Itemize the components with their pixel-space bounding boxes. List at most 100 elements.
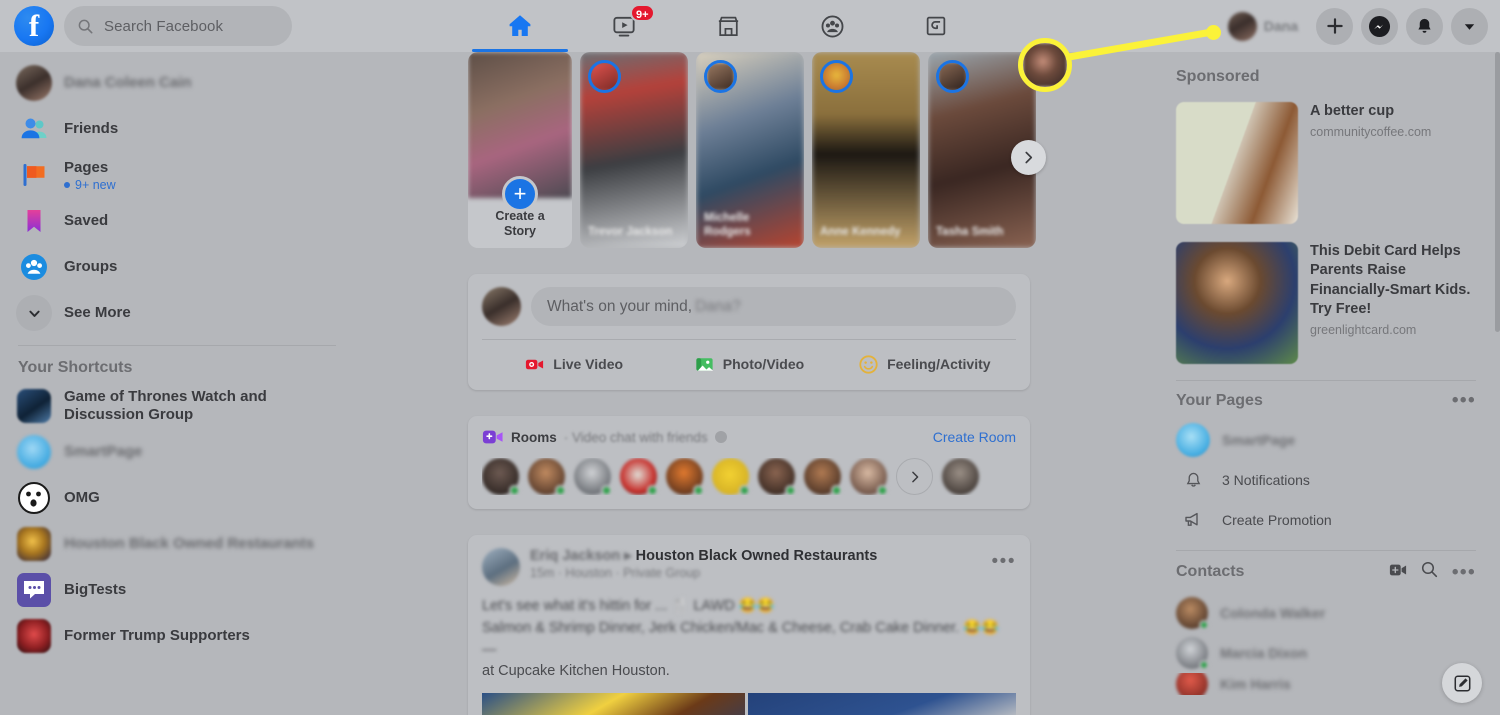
pages-flag-icon [16,157,52,193]
create-story-card[interactable]: + Create a Story [468,52,572,248]
rightbar-divider [1176,380,1476,381]
avatar[interactable] [482,548,520,586]
search-icon[interactable] [1421,561,1438,583]
room-avatar[interactable] [528,458,566,495]
page-action-label: 3 Notifications [1222,472,1310,488]
your-pages-heading: Your Pages ••• [1170,391,1482,420]
avatar[interactable] [482,287,521,326]
post-author-name[interactable]: Eriq Jackson [530,548,620,564]
contact-item[interactable]: Marcia Dixon [1170,633,1482,673]
page-avatar [1176,423,1210,457]
sidebar-item-profile[interactable]: Dana Coleen Cain [8,60,348,106]
sidebar-item-friends[interactable]: Friends [8,106,348,152]
post-composer-card: What's on your mind, Dana? Live Video Ph… [468,274,1030,390]
compose-message-button[interactable] [1442,663,1482,703]
post-photo[interactable] [482,693,746,715]
rooms-avatar-list [482,458,1016,495]
shortcut-item-game-of-thrones[interactable]: Game of Thrones Watch and Discussion Gro… [8,383,348,429]
nav-tab-home[interactable] [468,0,572,52]
create-promotion[interactable]: Create Promotion [1170,500,1482,540]
shortcut-item-omg[interactable]: OMG [8,475,348,521]
messenger-button[interactable] [1361,7,1398,45]
shortcut-icon-wrap [16,572,52,608]
shortcut-item-bigtests[interactable]: BigTests [8,567,348,613]
your-pages-title: Your Pages [1176,391,1263,409]
story-author-avatar [588,60,621,93]
post-photo[interactable] [748,693,1016,715]
nav-tab-gaming[interactable] [884,0,988,52]
video-plus-icon[interactable] [1389,562,1407,583]
composer-input[interactable]: What's on your mind, Dana? [531,287,1016,326]
contact-item[interactable]: Colonda Walker [1170,593,1482,633]
sidebar-item-label: Groups [64,258,118,275]
sponsored-ad[interactable]: A better cup communitycoffee.com [1170,96,1482,230]
contacts-options-button[interactable]: ••• [1452,563,1476,582]
search-input[interactable]: Search Facebook [64,6,292,46]
story-card[interactable]: Michelle Rodgers [696,52,804,248]
room-avatar[interactable] [850,458,888,495]
main-nav-tabs: 9+ [468,0,988,52]
page-notifications[interactable]: 3 Notifications [1170,460,1482,500]
sidebar-item-saved[interactable]: Saved [8,198,348,244]
post-options-button[interactable]: ••• [992,548,1016,571]
sponsored-ad[interactable]: This Debit Card Helps Parents Raise Fina… [1170,236,1482,370]
post-group-name[interactable]: Houston Black Owned Restaurants [636,548,878,564]
ad-url: communitycoffee.com [1310,125,1432,140]
avatar [16,65,52,101]
room-avatar[interactable] [666,458,704,495]
contact-name: Kim Harris [1220,676,1291,692]
story-card[interactable]: Anne Kennedy [812,52,920,248]
notifications-button[interactable] [1406,7,1443,45]
room-avatar[interactable] [482,458,520,495]
stories-tray: + Create a Story Trevor Jackson Michelle… [468,52,1046,248]
online-indicator [831,485,842,495]
plus-icon: + [502,176,538,212]
room-avatar[interactable] [942,458,979,495]
stories-next-button[interactable] [1011,140,1046,175]
avatar [1176,597,1209,630]
sidebar-item-label: See More [64,304,131,321]
new-dot-icon [64,181,70,188]
shortcut-item-former-trump-supporters[interactable]: Former Trump Supporters [8,613,348,659]
contact-item[interactable]: Kim Harris [1170,673,1482,695]
shortcut-label: Houston Black Owned Restaurants [64,535,315,552]
post-author-line: Eriq Jackson ▸ Houston Black Owned Resta… [530,548,877,564]
room-avatar[interactable] [804,458,842,495]
page-label: SmartPage [1222,432,1296,448]
create-room-button[interactable]: Create Room [933,429,1016,445]
sidebar-item-pages[interactable]: Pages 9+ new [8,152,348,198]
room-avatar[interactable] [574,458,612,495]
post-separator-icon: ▸ [624,548,632,564]
omg-face-thumbnail [18,482,50,514]
photo-video-button[interactable]: Photo/Video [661,347,836,381]
post-text-line: at Cupcake Kitchen Houston. [482,663,670,680]
page-scrollbar[interactable] [1495,52,1500,332]
info-icon[interactable] [714,431,727,443]
live-video-icon [526,359,544,369]
live-video-button[interactable]: Live Video [486,347,661,381]
top-navigation-bar: Search Facebook 9+ [0,0,1500,52]
room-avatar[interactable] [620,458,658,495]
sidebar-item-see-more[interactable]: See More [8,290,348,336]
create-button[interactable] [1316,7,1353,45]
shortcut-item-smartpage[interactable]: SmartPage [8,429,348,475]
nav-tab-groups[interactable] [780,0,884,52]
pages-options-button[interactable]: ••• [1452,391,1476,410]
room-avatar[interactable] [758,458,796,495]
room-avatar[interactable] [712,458,750,495]
composer-top-row: What's on your mind, Dana? [482,287,1016,339]
rooms-next-button[interactable] [896,458,933,495]
page-item-smartpage[interactable]: SmartPage [1170,420,1482,460]
facebook-logo-icon[interactable] [14,6,54,46]
nav-tab-marketplace[interactable] [676,0,780,52]
profile-avatar[interactable]: Dana [1225,9,1308,44]
account-menu-button[interactable] [1451,7,1488,45]
page-thumbnail [17,435,51,469]
shortcut-item-houston-black-owned-restaurants[interactable]: Houston Black Owned Restaurants [8,521,348,567]
story-card[interactable]: Trevor Jackson [580,52,688,248]
pages-new-badge: 9+ new [64,178,116,192]
nav-tab-watch[interactable]: 9+ [572,0,676,52]
feeling-activity-button[interactable]: Feeling/Activity [837,347,1012,381]
online-indicator [509,485,520,495]
sidebar-item-groups[interactable]: Groups [8,244,348,290]
